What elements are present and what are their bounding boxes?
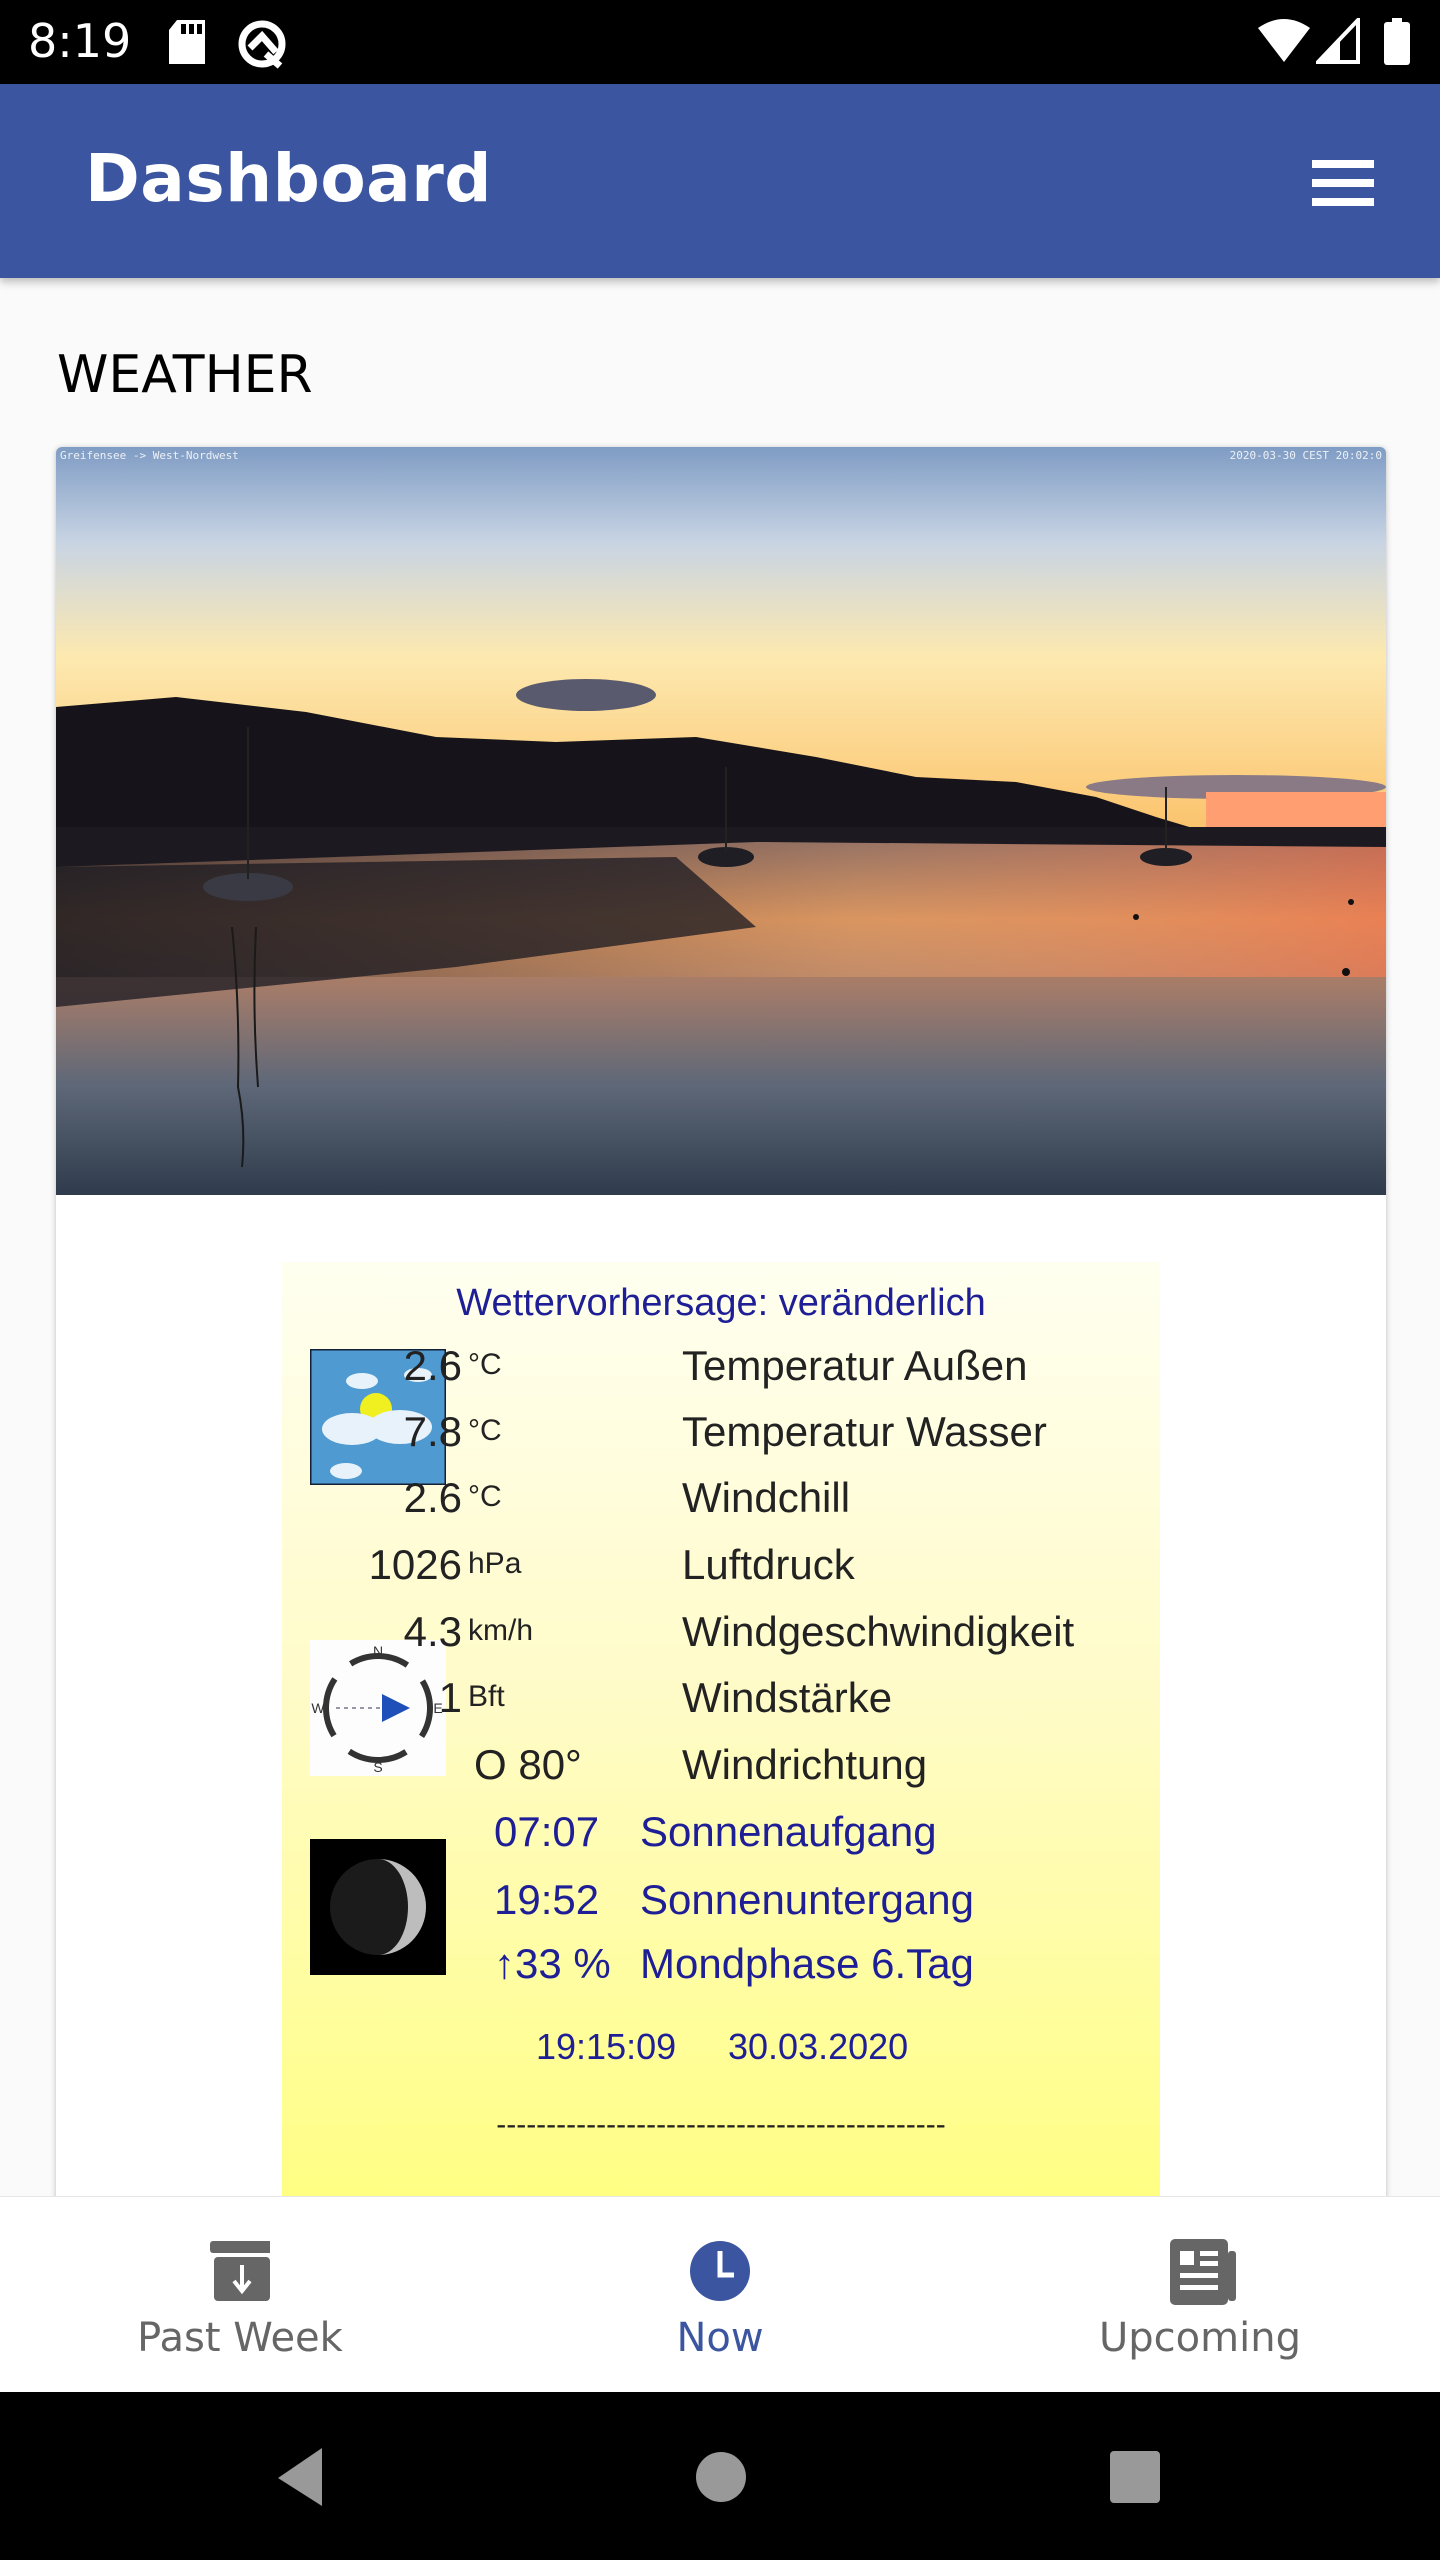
- sd-card-icon: [165, 18, 209, 71]
- row-value: 2.6: [403, 1342, 462, 1389]
- row-label: Windstärke: [682, 1674, 893, 1721]
- newspaper-icon: [1170, 2237, 1236, 2307]
- row-label: Temperatur Außen: [682, 1342, 1028, 1389]
- tab-label: Past Week: [137, 2315, 343, 2361]
- tab-now[interactable]: Now: [480, 2197, 960, 2393]
- moon-phase-icon: [310, 1839, 446, 1975]
- app-bar: Dashboard: [0, 84, 1440, 278]
- tab-upcoming[interactable]: Upcoming: [960, 2197, 1440, 2393]
- q-logo-icon: [236, 18, 288, 75]
- bottom-navigation: Past Week Now Upcoming: [0, 2196, 1440, 2393]
- moon-illumination: ↑33 %: [494, 1940, 611, 1987]
- weather-card: Greifensee -> West-Nordwest 2020-03-30 C…: [56, 447, 1386, 2207]
- home-button[interactable]: [694, 2442, 748, 2517]
- sunset-time: 19:52: [494, 1876, 600, 1923]
- row-unit: °C: [468, 1414, 502, 1447]
- webcam-timestamp-overlay: 2020-03-30 CEST 20:02:0: [1229, 449, 1382, 462]
- row-label: Windrichtung: [682, 1741, 928, 1788]
- moon-phase-label: Mondphase 6.Tag: [640, 1940, 974, 1987]
- row-value: 7.8: [403, 1408, 462, 1455]
- tab-label: Upcoming: [1099, 2315, 1301, 2361]
- sunset-label: Sonnenuntergang: [640, 1876, 974, 1923]
- tab-past-week[interactable]: Past Week: [0, 2197, 480, 2393]
- row-unit: Bft: [468, 1680, 505, 1713]
- tab-label: Now: [676, 2315, 764, 2361]
- battery-icon: [1383, 18, 1411, 71]
- row-value: 1: [438, 1674, 462, 1721]
- webcam-location-overlay: Greifensee -> West-Nordwest: [60, 449, 239, 462]
- row-unit: °C: [468, 1480, 502, 1513]
- status-time: 8:19: [28, 14, 132, 68]
- forecast-header: Wettervorhersage: veränderlich: [456, 1282, 986, 1324]
- row-unit: °C: [468, 1348, 502, 1381]
- wifi-icon: [1256, 18, 1312, 69]
- compass-s: S: [373, 1759, 382, 1775]
- hamburger-menu-icon[interactable]: [1300, 150, 1390, 216]
- system-navigation-bar: [0, 2392, 1440, 2560]
- timestamp-date: 30.03.2020: [728, 2026, 909, 2067]
- row-value: 2.6: [403, 1474, 462, 1521]
- recents-button[interactable]: [1106, 2442, 1162, 2517]
- row-value: 1026: [368, 1541, 462, 1588]
- row-value: 4.3: [403, 1608, 462, 1655]
- timestamp-time: 19:15:09: [536, 2026, 677, 2067]
- page-title: Dashboard: [85, 140, 493, 217]
- row-unit: hPa: [468, 1547, 522, 1580]
- row-unit: km/h: [468, 1614, 534, 1647]
- weather-panel: Wettervorhersage: veränderlich N E S W 2…: [282, 1262, 1160, 2207]
- sunrise-time: 07:07: [494, 1808, 600, 1855]
- row-label: Windchill: [682, 1474, 851, 1521]
- row-label: Temperatur Wasser: [682, 1408, 1047, 1455]
- status-bar: 8:19: [0, 0, 1440, 84]
- archive-download-icon: [210, 2237, 274, 2307]
- row-label: Luftdruck: [682, 1541, 855, 1588]
- row-label: Windgeschwindigkeit: [682, 1608, 1075, 1655]
- panel-separator: ----------------------------------------…: [496, 2108, 946, 2141]
- section-title: WEATHER: [57, 345, 313, 405]
- row-value: O 80°: [474, 1741, 582, 1788]
- sunrise-label: Sonnenaufgang: [640, 1808, 937, 1855]
- webcam-image[interactable]: Greifensee -> West-Nordwest 2020-03-30 C…: [56, 447, 1386, 1195]
- back-button[interactable]: [270, 2442, 330, 2517]
- compass-w: W: [311, 1700, 325, 1716]
- cell-signal-icon: [1313, 15, 1360, 69]
- clock-icon: [690, 2237, 750, 2307]
- lake-sunset-image: [56, 447, 1386, 1195]
